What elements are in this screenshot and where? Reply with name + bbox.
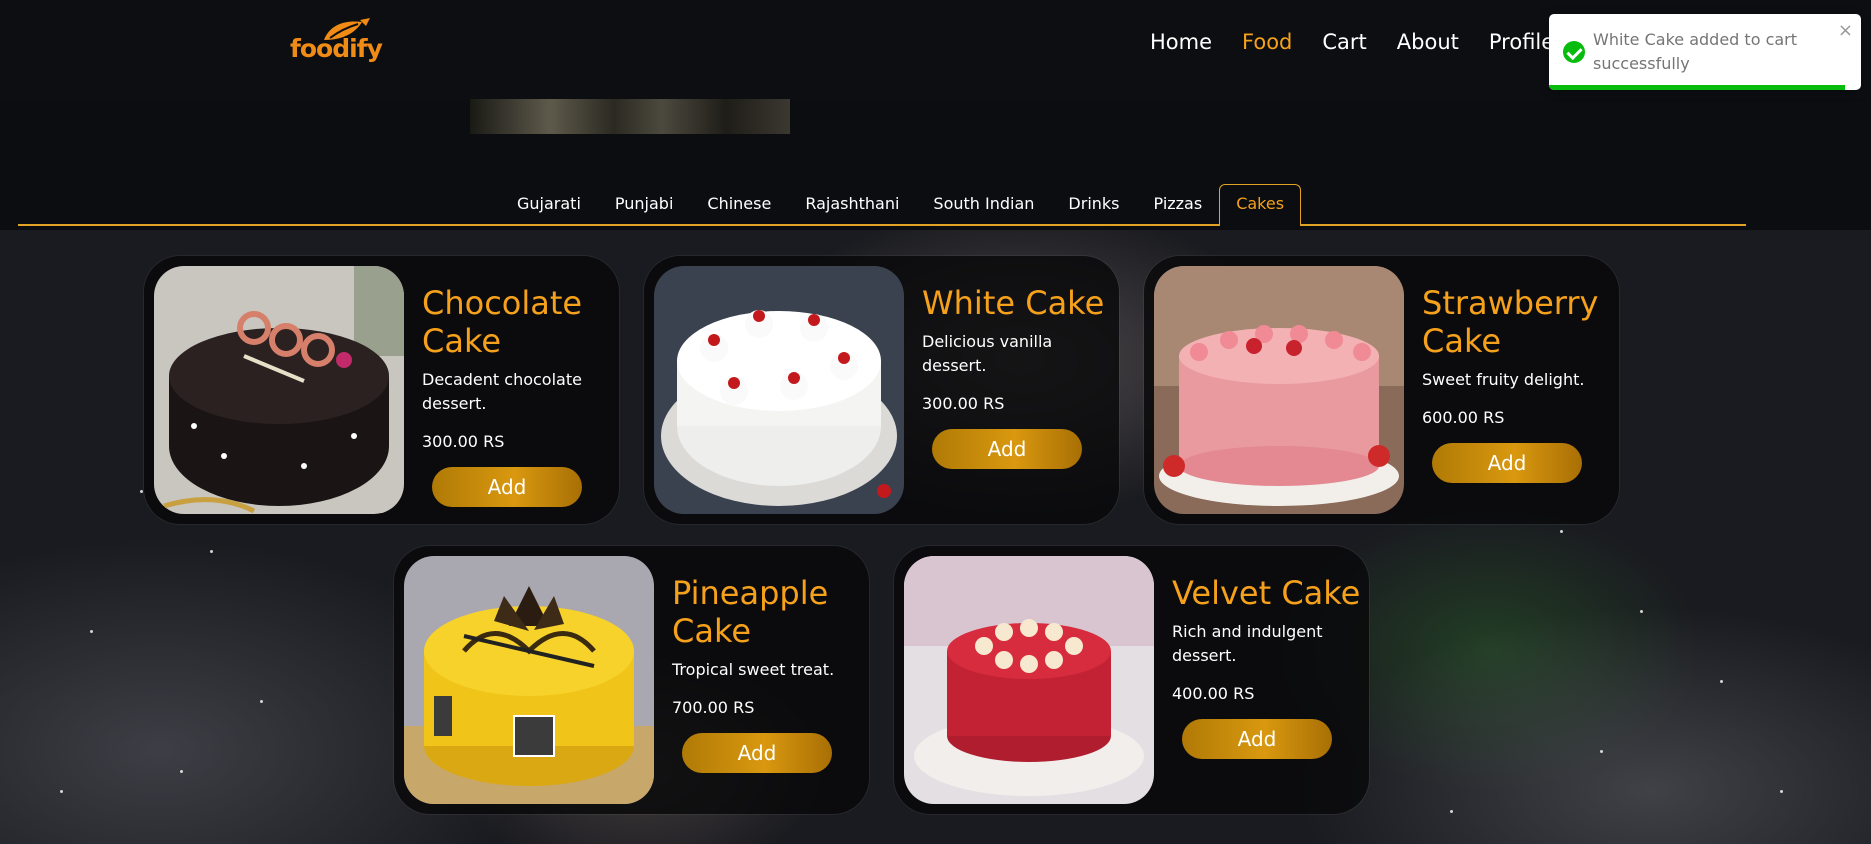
product-price: 400.00 RS — [1172, 684, 1255, 703]
tab-punjabi[interactable]: Punjabi — [598, 184, 691, 226]
tab-cakes[interactable]: Cakes — [1219, 184, 1302, 226]
tab-chinese[interactable]: Chinese — [690, 184, 788, 226]
product-description: Delicious vanilla dessert. — [922, 332, 1053, 375]
add-to-cart-button[interactable]: Add — [432, 467, 582, 507]
nav-cart[interactable]: Cart — [1322, 30, 1366, 54]
product-description: Tropical sweet treat. — [672, 660, 835, 679]
product-price: 300.00 RS — [422, 432, 505, 451]
product-description: Rich and indulgent dessert. — [1172, 622, 1323, 665]
close-icon[interactable]: × — [1838, 22, 1853, 40]
chocolate-cake-image — [154, 266, 404, 514]
category-tabs: Gujarati Punjabi Chinese Rajashthani Sou… — [18, 180, 1746, 226]
add-to-cart-button[interactable]: Add — [1432, 443, 1582, 483]
toast-progress-bar — [1549, 85, 1846, 90]
product-card-velvet-cake: Velvet Cake Rich and indulgent dessert. … — [894, 546, 1369, 814]
toast-notification: White Cake added to cart successfully × — [1549, 14, 1861, 90]
white-cake-image — [654, 266, 904, 514]
add-to-cart-button[interactable]: Add — [682, 733, 832, 773]
tab-gujarati[interactable]: Gujarati — [500, 184, 598, 226]
check-circle-icon — [1563, 41, 1585, 63]
strawberry-cake-image — [1154, 266, 1404, 514]
brand-logo[interactable]: foodify — [290, 18, 383, 68]
product-card-pineapple-cake: Pineapple Cake Tropical sweet treat. 700… — [394, 546, 869, 814]
product-card-strawberry-cake: Strawberry Cake Sweet fruity delight. 60… — [1144, 256, 1619, 524]
nav-food[interactable]: Food — [1242, 30, 1292, 54]
toast-message: White Cake added to cart successfully — [1593, 30, 1798, 73]
product-description: Sweet fruity delight. — [1422, 370, 1585, 389]
nav-profile[interactable]: Profile — [1489, 30, 1554, 54]
product-title: Pineapple Cake — [672, 574, 829, 650]
pineapple-cake-image — [404, 556, 654, 804]
brand-name: foodify — [290, 34, 383, 63]
product-card-white-cake: White Cake Delicious vanilla dessert. 30… — [644, 256, 1119, 524]
product-price: 600.00 RS — [1422, 408, 1505, 427]
product-title: Velvet Cake — [1172, 574, 1361, 612]
nav-home[interactable]: Home — [1150, 30, 1212, 54]
tab-pizzas[interactable]: Pizzas — [1137, 184, 1220, 226]
product-title: White Cake — [922, 284, 1105, 322]
tab-drinks[interactable]: Drinks — [1051, 184, 1136, 226]
main-nav: Home Food Cart About Profile — [1150, 30, 1584, 54]
product-description: Decadent chocolate dessert. — [422, 370, 582, 413]
add-to-cart-button[interactable]: Add — [932, 429, 1082, 469]
product-title: Strawberry Cake — [1422, 284, 1599, 360]
product-card-chocolate-cake: Chocolate Cake Decadent chocolate desser… — [144, 256, 619, 524]
tab-south-indian[interactable]: South Indian — [916, 184, 1051, 226]
hero-image-strip — [470, 99, 790, 134]
nav-about[interactable]: About — [1397, 30, 1459, 54]
velvet-cake-image — [904, 556, 1154, 804]
product-price: 700.00 RS — [672, 698, 755, 717]
tab-rajashthani[interactable]: Rajashthani — [788, 184, 916, 226]
add-to-cart-button[interactable]: Add — [1182, 719, 1332, 759]
product-price: 300.00 RS — [922, 394, 1005, 413]
product-title: Chocolate Cake — [422, 284, 583, 360]
